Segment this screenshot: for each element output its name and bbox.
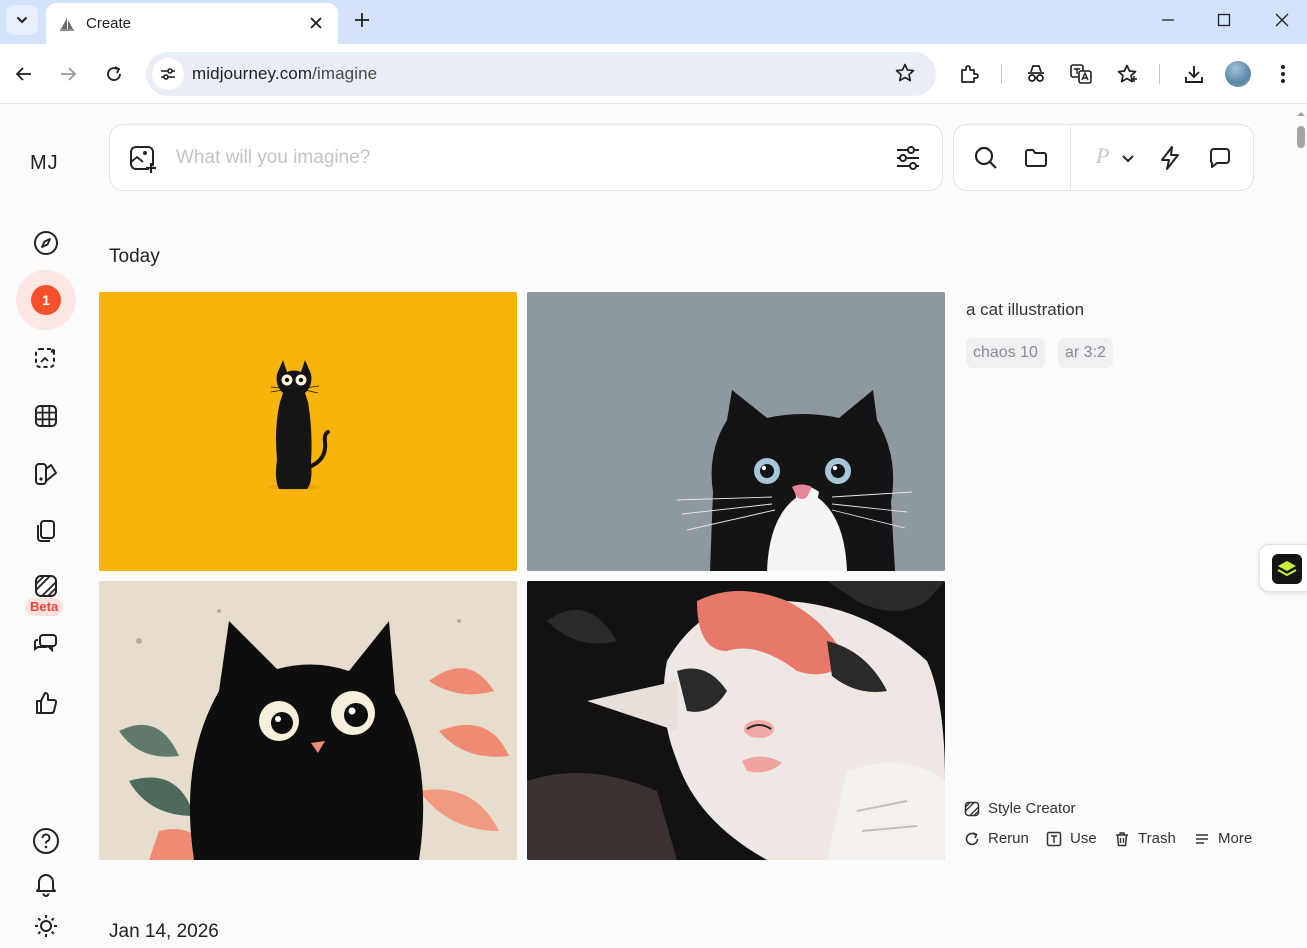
- rerun-icon: [965, 831, 979, 845]
- style-creator-icon: [964, 801, 980, 816]
- beta-badge: Beta: [25, 598, 64, 616]
- bookmarks-star-icon[interactable]: [1113, 60, 1141, 88]
- folder-icon[interactable]: [1022, 144, 1050, 172]
- rerun-label: Rerun: [988, 830, 1029, 847]
- generated-image-4[interactable]: [527, 581, 945, 860]
- trash-button[interactable]: Trash: [1114, 830, 1176, 847]
- minimize-button[interactable]: [1154, 8, 1182, 32]
- use-text-icon: [1046, 831, 1062, 846]
- chat-icon[interactable]: [1206, 144, 1234, 172]
- bell-icon[interactable]: [30, 868, 62, 900]
- image-add-icon[interactable]: [128, 144, 158, 174]
- url-path: /imagine: [312, 64, 378, 83]
- profile-avatar[interactable]: [1225, 61, 1251, 87]
- param-chip-aspect-ratio[interactable]: ar 3:2: [1058, 338, 1113, 368]
- action-divider: [1070, 125, 1071, 190]
- extension-layers-icon: [1272, 554, 1302, 584]
- minimize-icon: [1162, 19, 1174, 21]
- job-prompt-text[interactable]: a cat illustration: [966, 300, 1084, 320]
- prompt-bar: [109, 124, 943, 191]
- copy-cards-icon[interactable]: [30, 515, 62, 547]
- floating-extension-button[interactable]: [1259, 544, 1307, 592]
- style-creator-label: Style Creator: [988, 800, 1076, 817]
- notification-count-badge: 1: [31, 285, 61, 315]
- url-domain: midjourney.com: [192, 64, 313, 83]
- translate-icon[interactable]: [1067, 60, 1095, 88]
- maximize-button[interactable]: [1210, 8, 1238, 32]
- use-button[interactable]: Use: [1046, 830, 1097, 847]
- menu-lines-icon: [1196, 833, 1208, 844]
- generated-image-3[interactable]: [99, 581, 517, 860]
- download-icon[interactable]: [1180, 60, 1208, 88]
- chevron-down-icon: [17, 17, 27, 24]
- trash-icon: [1116, 831, 1128, 846]
- param-chip-chaos[interactable]: chaos 10: [966, 338, 1045, 368]
- forward-button[interactable]: [54, 60, 82, 88]
- trash-label: Trash: [1138, 830, 1176, 847]
- chat-rooms-icon[interactable]: [30, 628, 62, 660]
- maximize-icon: [1217, 13, 1231, 27]
- browser-tab-create[interactable]: Create: [46, 3, 338, 44]
- new-tab-button[interactable]: [350, 8, 374, 32]
- quick-actions-bar: P: [953, 124, 1254, 191]
- tab-search-button[interactable]: [6, 5, 38, 35]
- close-icon: [1275, 13, 1289, 27]
- scroll-up-arrow-icon[interactable]: [1295, 108, 1307, 120]
- lightning-icon[interactable]: [1156, 144, 1184, 172]
- scrollbar-thumb[interactable]: [1297, 126, 1305, 148]
- browser-toolbar: midjourney.com/imagine: [0, 44, 1307, 104]
- url-text: midjourney.com/imagine: [192, 64, 377, 84]
- mj-logo[interactable]: MJ: [30, 152, 59, 175]
- midjourney-favicon-icon: [58, 15, 76, 33]
- edit-image-icon[interactable]: [30, 342, 62, 374]
- close-tab-icon[interactable]: [306, 13, 326, 33]
- chevron-down-icon[interactable]: [1120, 144, 1136, 172]
- prompt-input[interactable]: [176, 139, 876, 177]
- sliders-icon[interactable]: [894, 144, 922, 172]
- help-icon[interactable]: [30, 825, 62, 857]
- incognito-icon[interactable]: [1022, 60, 1050, 88]
- close-window-button[interactable]: [1268, 8, 1296, 32]
- page-scrollbar[interactable]: [1295, 104, 1307, 948]
- back-button[interactable]: [10, 60, 38, 88]
- sun-icon[interactable]: [30, 910, 62, 942]
- personalize-toggle[interactable]: P: [1096, 143, 1109, 169]
- create-nav-item[interactable]: 1: [16, 270, 76, 330]
- tune-icon: [161, 68, 175, 80]
- section-heading-today: Today: [109, 246, 160, 267]
- toolbar-divider: [1159, 64, 1160, 84]
- bookmark-star-icon[interactable]: [894, 62, 916, 84]
- thumbs-up-icon[interactable]: [30, 687, 62, 719]
- generated-image-1[interactable]: [99, 292, 517, 571]
- tab-title: Create: [86, 15, 132, 32]
- site-info-button[interactable]: [152, 58, 184, 90]
- explore-compass-icon[interactable]: [30, 227, 62, 259]
- generated-image-2[interactable]: [527, 292, 945, 571]
- midjourney-app: MJ 1 Beta What will you imagine? P Today…: [0, 104, 1307, 948]
- reload-icon: [107, 66, 121, 81]
- style-palette-icon[interactable]: [30, 458, 62, 490]
- reload-button[interactable]: [100, 60, 128, 88]
- style-creator-button[interactable]: Style Creator: [964, 800, 1076, 817]
- browser-tab-bar: Create: [0, 0, 1307, 44]
- arrow-right-icon: [61, 67, 77, 81]
- more-label: More: [1218, 830, 1253, 847]
- plus-icon: [355, 13, 369, 27]
- more-button[interactable]: More: [1194, 830, 1252, 847]
- search-icon[interactable]: [972, 144, 1000, 172]
- toolbar-divider: [1001, 64, 1002, 84]
- arrow-left-icon: [15, 67, 31, 81]
- rerun-button[interactable]: Rerun: [964, 830, 1029, 847]
- extensions-icon[interactable]: [955, 60, 983, 88]
- section-heading-date: Jan 14, 2026: [109, 921, 219, 942]
- use-label: Use: [1070, 830, 1097, 847]
- organize-grid-icon[interactable]: [30, 400, 62, 432]
- address-bar[interactable]: midjourney.com/imagine: [146, 52, 936, 96]
- kebab-menu-icon[interactable]: [1269, 60, 1297, 88]
